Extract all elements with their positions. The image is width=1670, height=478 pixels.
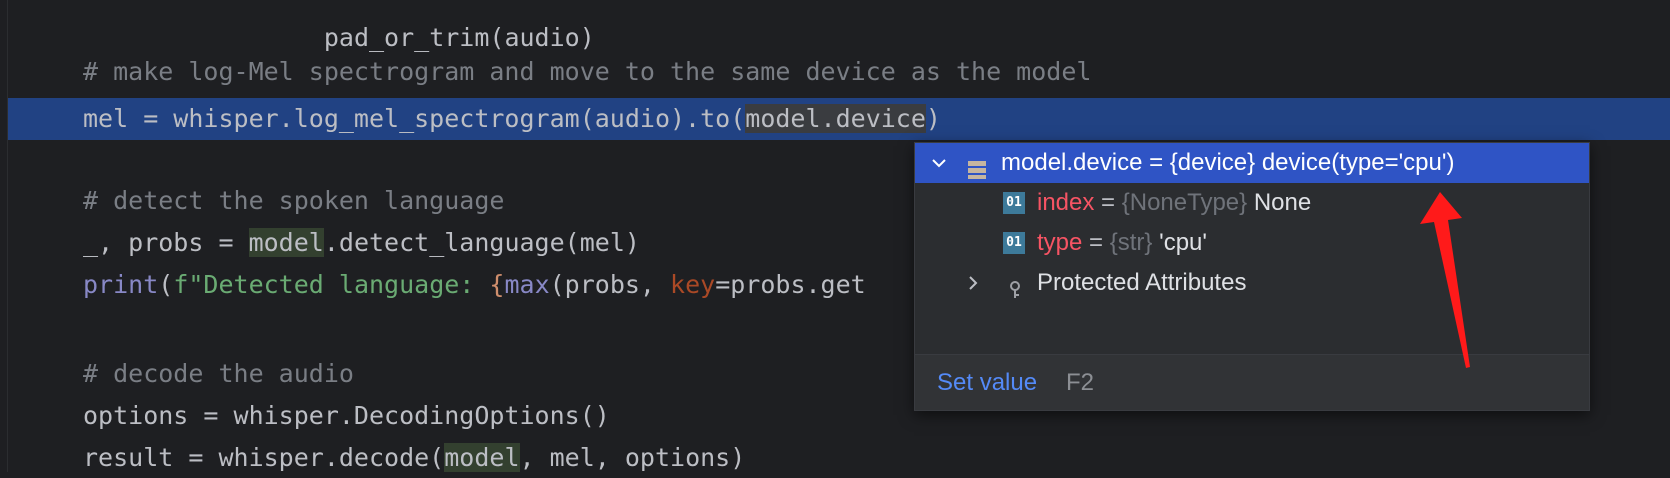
code-token-builtin: max bbox=[504, 270, 550, 299]
field-name: type bbox=[1037, 229, 1083, 256]
selected-expression[interactable]: model.device bbox=[745, 104, 926, 133]
code-token-function: log_mel_spectrogram bbox=[293, 104, 580, 133]
tree-row-index[interactable]: 01 index = {NoneType} None bbox=[915, 183, 1589, 223]
code-token: result = whisper.decode( bbox=[83, 443, 445, 472]
field-equals: = bbox=[1094, 189, 1122, 216]
code-line-result[interactable]: result = whisper.decode(model, mel, opti… bbox=[83, 438, 745, 478]
code-line-comment-logmel[interactable]: # make log-Mel spectrogram and move to t… bbox=[83, 52, 1091, 92]
field-icon: 01 bbox=[1003, 232, 1025, 254]
code-token-string: f"Detected language: bbox=[173, 270, 490, 299]
code-token-keyword-arg: key bbox=[670, 270, 716, 299]
chevron-down-icon[interactable] bbox=[931, 155, 947, 171]
tree-row-protected-attributes[interactable]: Protected Attributes bbox=[915, 263, 1589, 303]
annotation-arrow-icon bbox=[1420, 192, 1470, 368]
identifier-reference[interactable]: model bbox=[444, 443, 520, 472]
debug-value-popup[interactable]: model.device = {device} device(type='cpu… bbox=[914, 142, 1590, 411]
code-token: ) bbox=[925, 104, 941, 133]
tree-row-label: Protected Attributes bbox=[1037, 269, 1247, 296]
code-line-partial-top[interactable]: pad_or_trim(audio) bbox=[83, 0, 595, 52]
code-line-mel[interactable]: mel = whisper.log_mel_spectrogram(audio)… bbox=[83, 99, 941, 139]
field-type: {str} bbox=[1109, 229, 1153, 256]
code-line-options[interactable]: options = whisper.DecodingOptions() bbox=[83, 396, 610, 436]
code-token: (probs, bbox=[549, 270, 671, 299]
code-token: (audio).to( bbox=[579, 104, 746, 133]
field-icon: 01 bbox=[1003, 192, 1025, 214]
code-token-builtin: print bbox=[83, 270, 159, 299]
code-token: _, probs = bbox=[83, 228, 249, 257]
field-name: index bbox=[1037, 189, 1095, 216]
field-type: {NoneType} bbox=[1121, 189, 1248, 216]
tree-row-label: model.device = {device} device(type='cpu… bbox=[1001, 149, 1455, 176]
identifier-reference[interactable]: model bbox=[248, 228, 324, 257]
popup-footer: Set value F2 bbox=[915, 354, 1589, 410]
chevron-right-icon[interactable] bbox=[965, 275, 981, 291]
shortcut-hint: F2 bbox=[1066, 369, 1095, 396]
field-equals: = bbox=[1082, 229, 1110, 256]
code-token: ( bbox=[158, 270, 174, 299]
code-token-fstring-brace: { bbox=[489, 270, 505, 299]
code-token: =probs.get bbox=[715, 270, 866, 299]
field-value: 'cpu' bbox=[1152, 229, 1207, 256]
key-icon bbox=[1005, 273, 1025, 298]
code-token: mel = whisper. bbox=[83, 104, 294, 133]
set-value-link[interactable]: Set value bbox=[937, 355, 1037, 410]
code-line-probs[interactable]: _, probs = model.detect_language(mel) bbox=[83, 223, 640, 263]
code-token: .detect_language(mel) bbox=[323, 228, 640, 257]
tree-row-model-device[interactable]: model.device = {device} device(type='cpu… bbox=[915, 143, 1589, 183]
field-value: None bbox=[1247, 189, 1312, 216]
object-stack-icon bbox=[967, 153, 987, 179]
code-token: , mel, options) bbox=[519, 443, 746, 472]
code-line-comment-detect[interactable]: # detect the spoken language bbox=[83, 181, 504, 221]
tree-row-type[interactable]: 01 type = {str} 'cpu' bbox=[915, 223, 1589, 263]
code-line-print[interactable]: print(f"Detected language: {max(probs, k… bbox=[83, 265, 866, 305]
code-line-comment-decode[interactable]: # decode the audio bbox=[83, 354, 354, 394]
gutter-divider bbox=[7, 0, 8, 472]
